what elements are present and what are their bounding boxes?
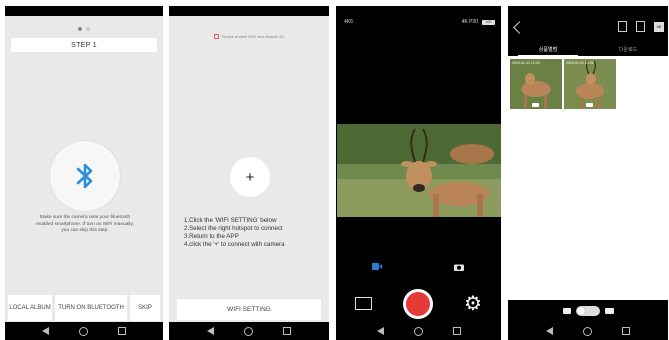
camera-mode-label: 4K6 — [344, 19, 353, 25]
wifi-setting-button[interactable]: WIFI SETTING — [177, 299, 321, 320]
record-button[interactable] — [406, 292, 430, 316]
media-type-toggle[interactable] — [575, 306, 600, 316]
video-badge-icon — [586, 103, 593, 107]
back-chevron-icon[interactable] — [513, 21, 526, 34]
home-icon[interactable] — [79, 326, 88, 336]
instructions-list: 1.Click the 'WIFI SETTING' below 2.Selec… — [184, 217, 324, 249]
thumbnail-label: 2019-01-01 12:00 — [512, 61, 540, 65]
android-nav-bar — [508, 322, 668, 340]
back-icon[interactable] — [207, 327, 214, 335]
media-filter-bar — [508, 300, 668, 322]
battery-level: 100 — [485, 20, 492, 24]
video-badge-icon — [532, 103, 539, 107]
download-icon[interactable] — [618, 21, 627, 32]
turn-on-bluetooth-button[interactable]: TURN ON BLUETOOTH — [55, 295, 127, 321]
camera-controls: ⚙ — [336, 292, 501, 316]
android-nav-bar — [5, 322, 163, 340]
skip-button[interactable]: SKIP — [130, 295, 160, 321]
thumbnail-grid: 2019-01-01 12:00 2019-01-01 12:00 — [510, 59, 616, 109]
add-camera-button[interactable]: + — [230, 157, 270, 197]
recent-apps-icon[interactable] — [452, 327, 461, 335]
home-icon[interactable] — [413, 326, 423, 336]
status-bar — [508, 6, 668, 16]
wifi-note-text: Please enable WiFi and disable 4G — [221, 34, 285, 39]
recent-apps-icon[interactable] — [283, 327, 291, 335]
home-icon[interactable] — [583, 326, 592, 336]
toolbar-actions: 4K — [618, 21, 664, 32]
gallery-icon[interactable] — [355, 297, 372, 310]
phone-album-screen: 4K 상품앨범 다운로드 2019-01-01 12:00 2019-01-01… — [508, 6, 668, 340]
back-icon[interactable] — [376, 327, 384, 335]
camera-status-row: 4K6 4K P30 100 — [344, 19, 495, 25]
resolution-label: 4K P30 — [461, 19, 478, 25]
album-toolbar: 4K — [508, 16, 668, 42]
thumbnail-item[interactable]: 2019-01-01 12:00 — [564, 59, 616, 109]
page-indicator — [5, 27, 163, 31]
phone-wifi-screen: Please enable WiFi and disable 4G + 1.Cl… — [169, 6, 329, 340]
live-preview — [337, 124, 501, 217]
battery-icon: 100 — [482, 19, 495, 25]
android-nav-bar — [336, 322, 501, 340]
quality-badge-icon[interactable]: 4K — [654, 21, 664, 32]
tab-album[interactable]: 상품앨범 — [508, 42, 588, 56]
local-album-button[interactable]: LOCAL ALBUM — [8, 295, 52, 321]
thumbnail-image — [564, 59, 616, 109]
trash-icon[interactable] — [636, 21, 645, 32]
recent-apps-icon[interactable] — [622, 327, 630, 335]
warning-icon — [213, 34, 219, 39]
step-title: STEP 1 — [11, 38, 157, 52]
photo-filter-icon[interactable] — [562, 308, 571, 314]
status-bar — [169, 6, 329, 16]
thumbnail-label: 2019-01-01 12:00 — [566, 61, 594, 65]
page-dot — [86, 27, 90, 31]
instruction-item: 3.Return to the APP — [184, 233, 239, 240]
back-icon[interactable] — [42, 327, 49, 335]
instruction-item: 1.Click the 'WIFI SETTING' below — [184, 217, 277, 224]
android-nav-bar — [169, 322, 329, 340]
page-dot-active — [78, 27, 82, 31]
status-bar — [5, 6, 163, 16]
home-icon[interactable] — [244, 326, 253, 336]
instruction-item: 4.click the '+' to connect with camera — [184, 241, 285, 248]
deer-preview-image — [337, 124, 501, 217]
phone-camera-screen: 4K6 4K P30 100 ⚙ — [336, 6, 501, 340]
thumbnail-item[interactable]: 2019-01-01 12:00 — [510, 59, 562, 109]
tab-download[interactable]: 다운로드 — [588, 42, 668, 56]
video-mode-icon[interactable] — [372, 263, 382, 270]
thumbnail-image — [510, 59, 562, 109]
phone-step1-screen: STEP 1 Make sure the camera near your bl… — [5, 6, 163, 340]
bluetooth-hint-text: Make sure the camera near your bluetooth… — [36, 215, 134, 233]
video-filter-icon[interactable] — [604, 308, 614, 314]
bluetooth-button[interactable] — [50, 141, 120, 211]
wifi-note: Please enable WiFi and disable 4G — [169, 34, 329, 39]
instruction-item: 2.Select the right hotspot to connect — [184, 225, 283, 232]
recent-apps-icon[interactable] — [118, 327, 126, 335]
photo-mode-icon[interactable] — [454, 263, 464, 271]
settings-gear-icon[interactable]: ⚙ — [463, 294, 483, 314]
album-tabs: 상품앨범 다운로드 — [508, 42, 668, 56]
bottom-button-row: LOCAL ALBUM TURN ON BLUETOOTH SKIP — [8, 295, 160, 321]
back-icon[interactable] — [546, 327, 553, 335]
bluetooth-icon — [76, 163, 93, 189]
